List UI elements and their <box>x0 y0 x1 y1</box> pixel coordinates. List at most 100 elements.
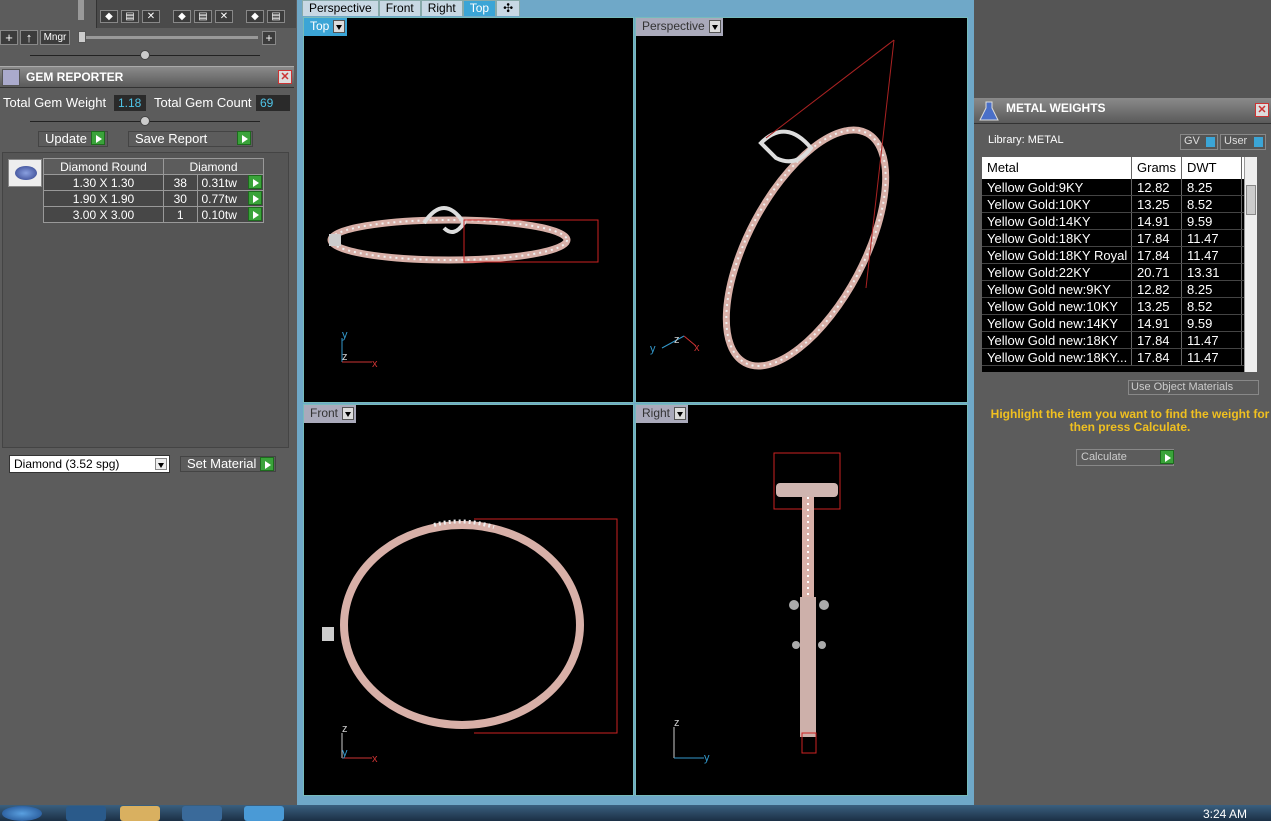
gem-count: 38 <box>163 174 198 191</box>
folder-icon[interactable] <box>120 806 160 821</box>
play-icon[interactable] <box>91 131 105 145</box>
layer-up-icon[interactable]: ◆ <box>173 10 191 23</box>
layer-save-icon[interactable]: ▤ <box>267 10 285 23</box>
tab-front[interactable]: Front <box>378 0 421 16</box>
gem-size: 1.30 X 1.30 <box>43 174 164 191</box>
column-header[interactable]: Metal <box>982 157 1132 179</box>
browser-icon[interactable] <box>66 806 106 821</box>
table-row[interactable]: Yellow Gold:22KY 20.71 13.31 <box>982 264 1257 281</box>
layer-close-icon[interactable]: ✕ <box>215 10 233 23</box>
app-icon[interactable] <box>244 806 284 821</box>
metal-grams: 17.84 <box>1132 230 1182 246</box>
close-icon[interactable]: ✕ <box>1255 103 1269 117</box>
material-select[interactable]: Diamond (3.52 spg) <box>9 455 170 473</box>
table-row[interactable]: Yellow Gold:18KY 17.84 11.47 <box>982 230 1257 247</box>
metal-dwt: 11.47 <box>1182 247 1242 263</box>
add-button[interactable]: + <box>0 30 18 45</box>
play-icon[interactable] <box>248 175 262 189</box>
gem-table: Diamond Round Diamond 1.30 X 1.30 38 0.3… <box>43 158 264 223</box>
left-panel: ◆ ▤ ✕ ◆ ▤ ✕ ◆ ▤ + ↑ Mngr + GEM REPORTER … <box>0 0 297 805</box>
layer-up-icon[interactable]: ◆ <box>100 10 118 23</box>
metal-dwt: 9.59 <box>1182 213 1242 229</box>
gem-count: 30 <box>163 190 198 207</box>
play-icon[interactable] <box>248 191 262 205</box>
splitter-handle[interactable] <box>140 116 150 126</box>
start-button-icon[interactable] <box>2 806 42 821</box>
user-toggle[interactable]: User <box>1220 134 1266 150</box>
layer-up-icon[interactable]: ◆ <box>246 10 264 23</box>
table-row[interactable]: Yellow Gold new:14KY 14.91 9.59 <box>982 315 1257 332</box>
metal-grams: 20.71 <box>1132 264 1182 280</box>
use-object-label: Use Object Materials <box>1131 381 1234 393</box>
manager-button[interactable]: Mngr <box>40 30 70 45</box>
layer-save-icon[interactable]: ▤ <box>194 10 212 23</box>
metal-grams: 14.91 <box>1132 315 1182 331</box>
tab-perspective[interactable]: Perspective <box>302 0 379 16</box>
metal-grams: 17.84 <box>1132 349 1182 365</box>
metal-table-scrollbar[interactable] <box>1244 157 1257 372</box>
axis-label-z: z <box>342 351 348 363</box>
column-header: Diamond <box>163 158 264 175</box>
table-row[interactable]: Yellow Gold new:9KY 12.82 8.25 <box>982 281 1257 298</box>
table-row[interactable]: Yellow Gold new:18KY... 17.84 11.47 <box>982 349 1257 366</box>
tab-right[interactable]: Right <box>420 0 463 16</box>
scrollbar-thumb[interactable] <box>1246 185 1256 215</box>
viewport-right[interactable]: Right z y <box>635 404 968 796</box>
metal-dwt: 8.25 <box>1182 179 1242 195</box>
chevron-down-icon[interactable] <box>155 458 167 470</box>
table-row[interactable]: Yellow Gold:18KY Royal 17.84 11.47 <box>982 247 1257 264</box>
table-row[interactable]: Yellow Gold:14KY 14.91 9.59 <box>982 213 1257 230</box>
table-row[interactable]: 1.90 X 1.90 30 0.77tw <box>43 190 264 207</box>
layer-save-icon[interactable]: ▤ <box>121 10 139 23</box>
viewport-top[interactable]: Top y z x <box>303 17 634 403</box>
table-row[interactable]: 3.00 X 3.00 1 0.10tw <box>43 206 264 223</box>
metal-dwt: 8.25 <box>1182 281 1242 297</box>
app-icon[interactable] <box>182 806 222 821</box>
gv-toggle[interactable]: GV <box>1180 134 1218 150</box>
column-header[interactable]: DWT <box>1182 157 1242 179</box>
clock: 3:24 AM <box>1203 807 1248 821</box>
viewport-perspective[interactable]: Perspective y z x <box>635 17 968 403</box>
table-row[interactable]: Yellow Gold new:10KY 13.25 8.52 <box>982 298 1257 315</box>
axis-label-x: x <box>372 358 378 370</box>
up-button[interactable]: ↑ <box>20 30 38 45</box>
metal-name: Yellow Gold:18KY Royal <box>982 247 1132 263</box>
metal-name: Yellow Gold:9KY <box>982 179 1132 195</box>
zoom-slider-handle[interactable] <box>78 31 86 43</box>
tab-top[interactable]: Top <box>462 0 497 16</box>
axis-label-y: y <box>342 747 348 759</box>
metal-name: Yellow Gold:14KY <box>982 213 1132 229</box>
play-icon[interactable] <box>260 457 274 471</box>
table-row[interactable]: Yellow Gold new:18KY 17.84 11.47 <box>982 332 1257 349</box>
save-report-button[interactable]: Save Report <box>128 131 253 147</box>
metal-dwt: 8.52 <box>1182 196 1242 212</box>
metal-name: Yellow Gold new:10KY <box>982 298 1132 314</box>
bangle-top-render <box>327 206 599 363</box>
column-header: Diamond Round <box>43 158 164 175</box>
close-icon[interactable]: ✕ <box>278 70 292 84</box>
play-icon[interactable] <box>1160 450 1174 464</box>
layer-close-icon[interactable]: ✕ <box>142 10 160 23</box>
metal-dwt: 11.47 <box>1182 332 1242 348</box>
add-tab-icon[interactable]: ✣ <box>496 0 521 16</box>
scroll-handle[interactable] <box>78 0 84 20</box>
zoom-slider[interactable] <box>78 31 258 43</box>
column-header[interactable]: Grams <box>1132 157 1182 179</box>
axis-label-y: y <box>650 343 656 355</box>
viewport-front[interactable]: Front z y x <box>303 404 634 796</box>
play-icon[interactable] <box>237 131 251 145</box>
play-icon[interactable] <box>248 207 262 221</box>
total-gem-count-value: 69 <box>256 95 290 111</box>
total-gem-weight-label: Total Gem Weight <box>3 95 107 110</box>
use-object-materials-button[interactable]: Use Object Materials <box>1128 380 1259 395</box>
zoom-plus-button[interactable]: + <box>262 30 276 45</box>
metal-name: Yellow Gold new:18KY <box>982 332 1132 348</box>
bangle-front-render <box>322 518 618 759</box>
metal-name: Yellow Gold:18KY <box>982 230 1132 246</box>
metal-grams: 13.25 <box>1132 196 1182 212</box>
table-row[interactable]: Yellow Gold:9KY 12.82 8.25 <box>982 179 1257 196</box>
table-row[interactable]: 1.30 X 1.30 38 0.31tw <box>43 174 264 191</box>
gem-reporter-header: GEM REPORTER ✕ <box>0 66 294 88</box>
table-row[interactable]: Yellow Gold:10KY 13.25 8.52 <box>982 196 1257 213</box>
splitter-handle[interactable] <box>140 50 150 60</box>
